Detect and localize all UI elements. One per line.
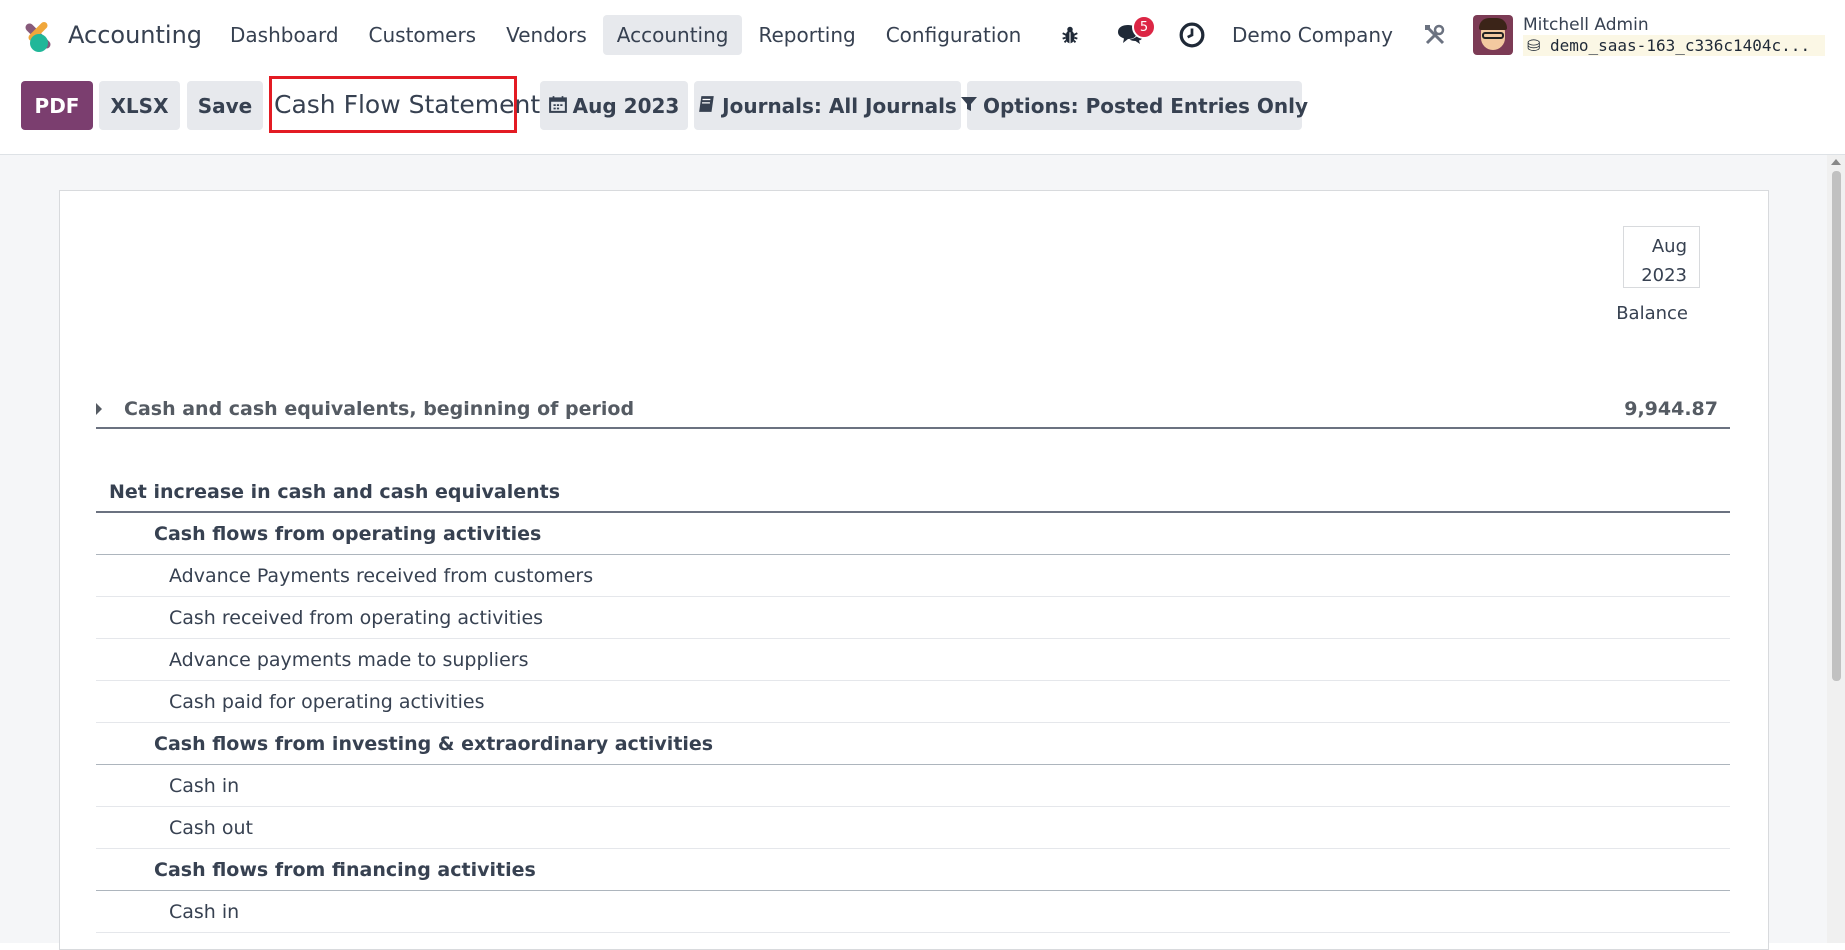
filter-icon	[960, 94, 977, 118]
section-financing: Cash flows from financing activities	[96, 849, 1730, 891]
database-name: ⛁ demo_saas-163_c336c1404c...	[1522, 34, 1825, 56]
main-menu: Dashboard Customers Vendors Accounting R…	[216, 15, 1037, 55]
clock-icon[interactable]	[1172, 15, 1212, 55]
report-line[interactable]: Advance payments made to suppliers	[96, 639, 1730, 681]
database-icon: ⛁	[1526, 35, 1541, 55]
scrollbar-thumb[interactable]	[1832, 171, 1841, 681]
xlsx-button[interactable]: XLSX	[99, 81, 180, 130]
date-filter-button[interactable]: Aug 2023	[540, 81, 688, 130]
report-line[interactable]: Cash paid for operating activities	[96, 681, 1730, 723]
balance-column-header: Balance	[1616, 303, 1688, 324]
report-content-area: Aug 2023 Balance Cash and cash equivalen…	[0, 155, 1845, 950]
company-switcher[interactable]: Demo Company	[1232, 23, 1393, 47]
pdf-button[interactable]: PDF	[21, 81, 93, 130]
menu-customers[interactable]: Customers	[355, 15, 491, 55]
beginning-balance-value[interactable]: 9,944.87	[1624, 398, 1718, 420]
menu-configuration[interactable]: Configuration	[872, 15, 1036, 55]
beginning-balance-row[interactable]: Cash and cash equivalents, beginning of …	[96, 391, 1730, 429]
messages-badge: 5	[1132, 15, 1156, 39]
menu-vendors[interactable]: Vendors	[492, 15, 601, 55]
vertical-scrollbar[interactable]	[1827, 155, 1845, 943]
chat-icon[interactable]: 5	[1110, 15, 1156, 55]
user-name: Mitchell Admin	[1522, 14, 1649, 35]
control-panel: PDF XLSX Save Cash Flow Statement Aug 20…	[0, 70, 1845, 155]
user-avatar[interactable]	[1472, 15, 1513, 55]
period-column-header[interactable]: Aug 2023	[1623, 226, 1700, 288]
journals-filter-button[interactable]: Journals: All Journals	[694, 81, 961, 130]
report-line[interactable]: Advance Payments received from customers	[96, 555, 1730, 597]
book-icon	[698, 94, 716, 118]
options-filter-button[interactable]: Options: Posted Entries Only	[960, 81, 1308, 130]
report-line[interactable]: Cash received from operating activities	[96, 597, 1730, 639]
navbar-systray: 5 Demo Company Mitchell Admin ⛁ demo_saa…	[1050, 0, 1825, 70]
menu-reporting[interactable]: Reporting	[744, 15, 869, 55]
section-investing: Cash flows from investing & extraordinar…	[96, 723, 1730, 765]
tools-icon[interactable]	[1415, 15, 1455, 55]
user-menu[interactable]: Mitchell Admin ⛁ demo_saas-163_c336c1404…	[1522, 14, 1825, 56]
scroll-up-arrow-icon[interactable]	[1831, 159, 1841, 165]
bug-icon[interactable]	[1050, 15, 1090, 55]
section-operating: Cash flows from operating activities	[96, 513, 1730, 555]
calendar-icon	[548, 94, 567, 118]
caret-right-icon[interactable]	[96, 403, 102, 415]
report-line[interactable]: Cash in	[96, 765, 1730, 807]
menu-accounting[interactable]: Accounting	[602, 15, 743, 55]
app-brand[interactable]: Accounting	[20, 18, 202, 52]
save-button[interactable]: Save	[187, 81, 263, 130]
report-title-input[interactable]: Cash Flow Statement	[269, 76, 540, 133]
odoo-logo-icon	[20, 18, 54, 52]
report-sheet: Aug 2023 Balance Cash and cash equivalen…	[59, 190, 1769, 950]
menu-dashboard[interactable]: Dashboard	[216, 15, 353, 55]
net-increase-row: Net increase in cash and cash equivalent…	[96, 473, 1730, 513]
top-navbar: Accounting Dashboard Customers Vendors A…	[0, 0, 1845, 70]
report-line[interactable]: Cash in	[96, 891, 1730, 933]
app-name: Accounting	[68, 21, 203, 49]
report-line[interactable]: Cash out	[96, 807, 1730, 849]
